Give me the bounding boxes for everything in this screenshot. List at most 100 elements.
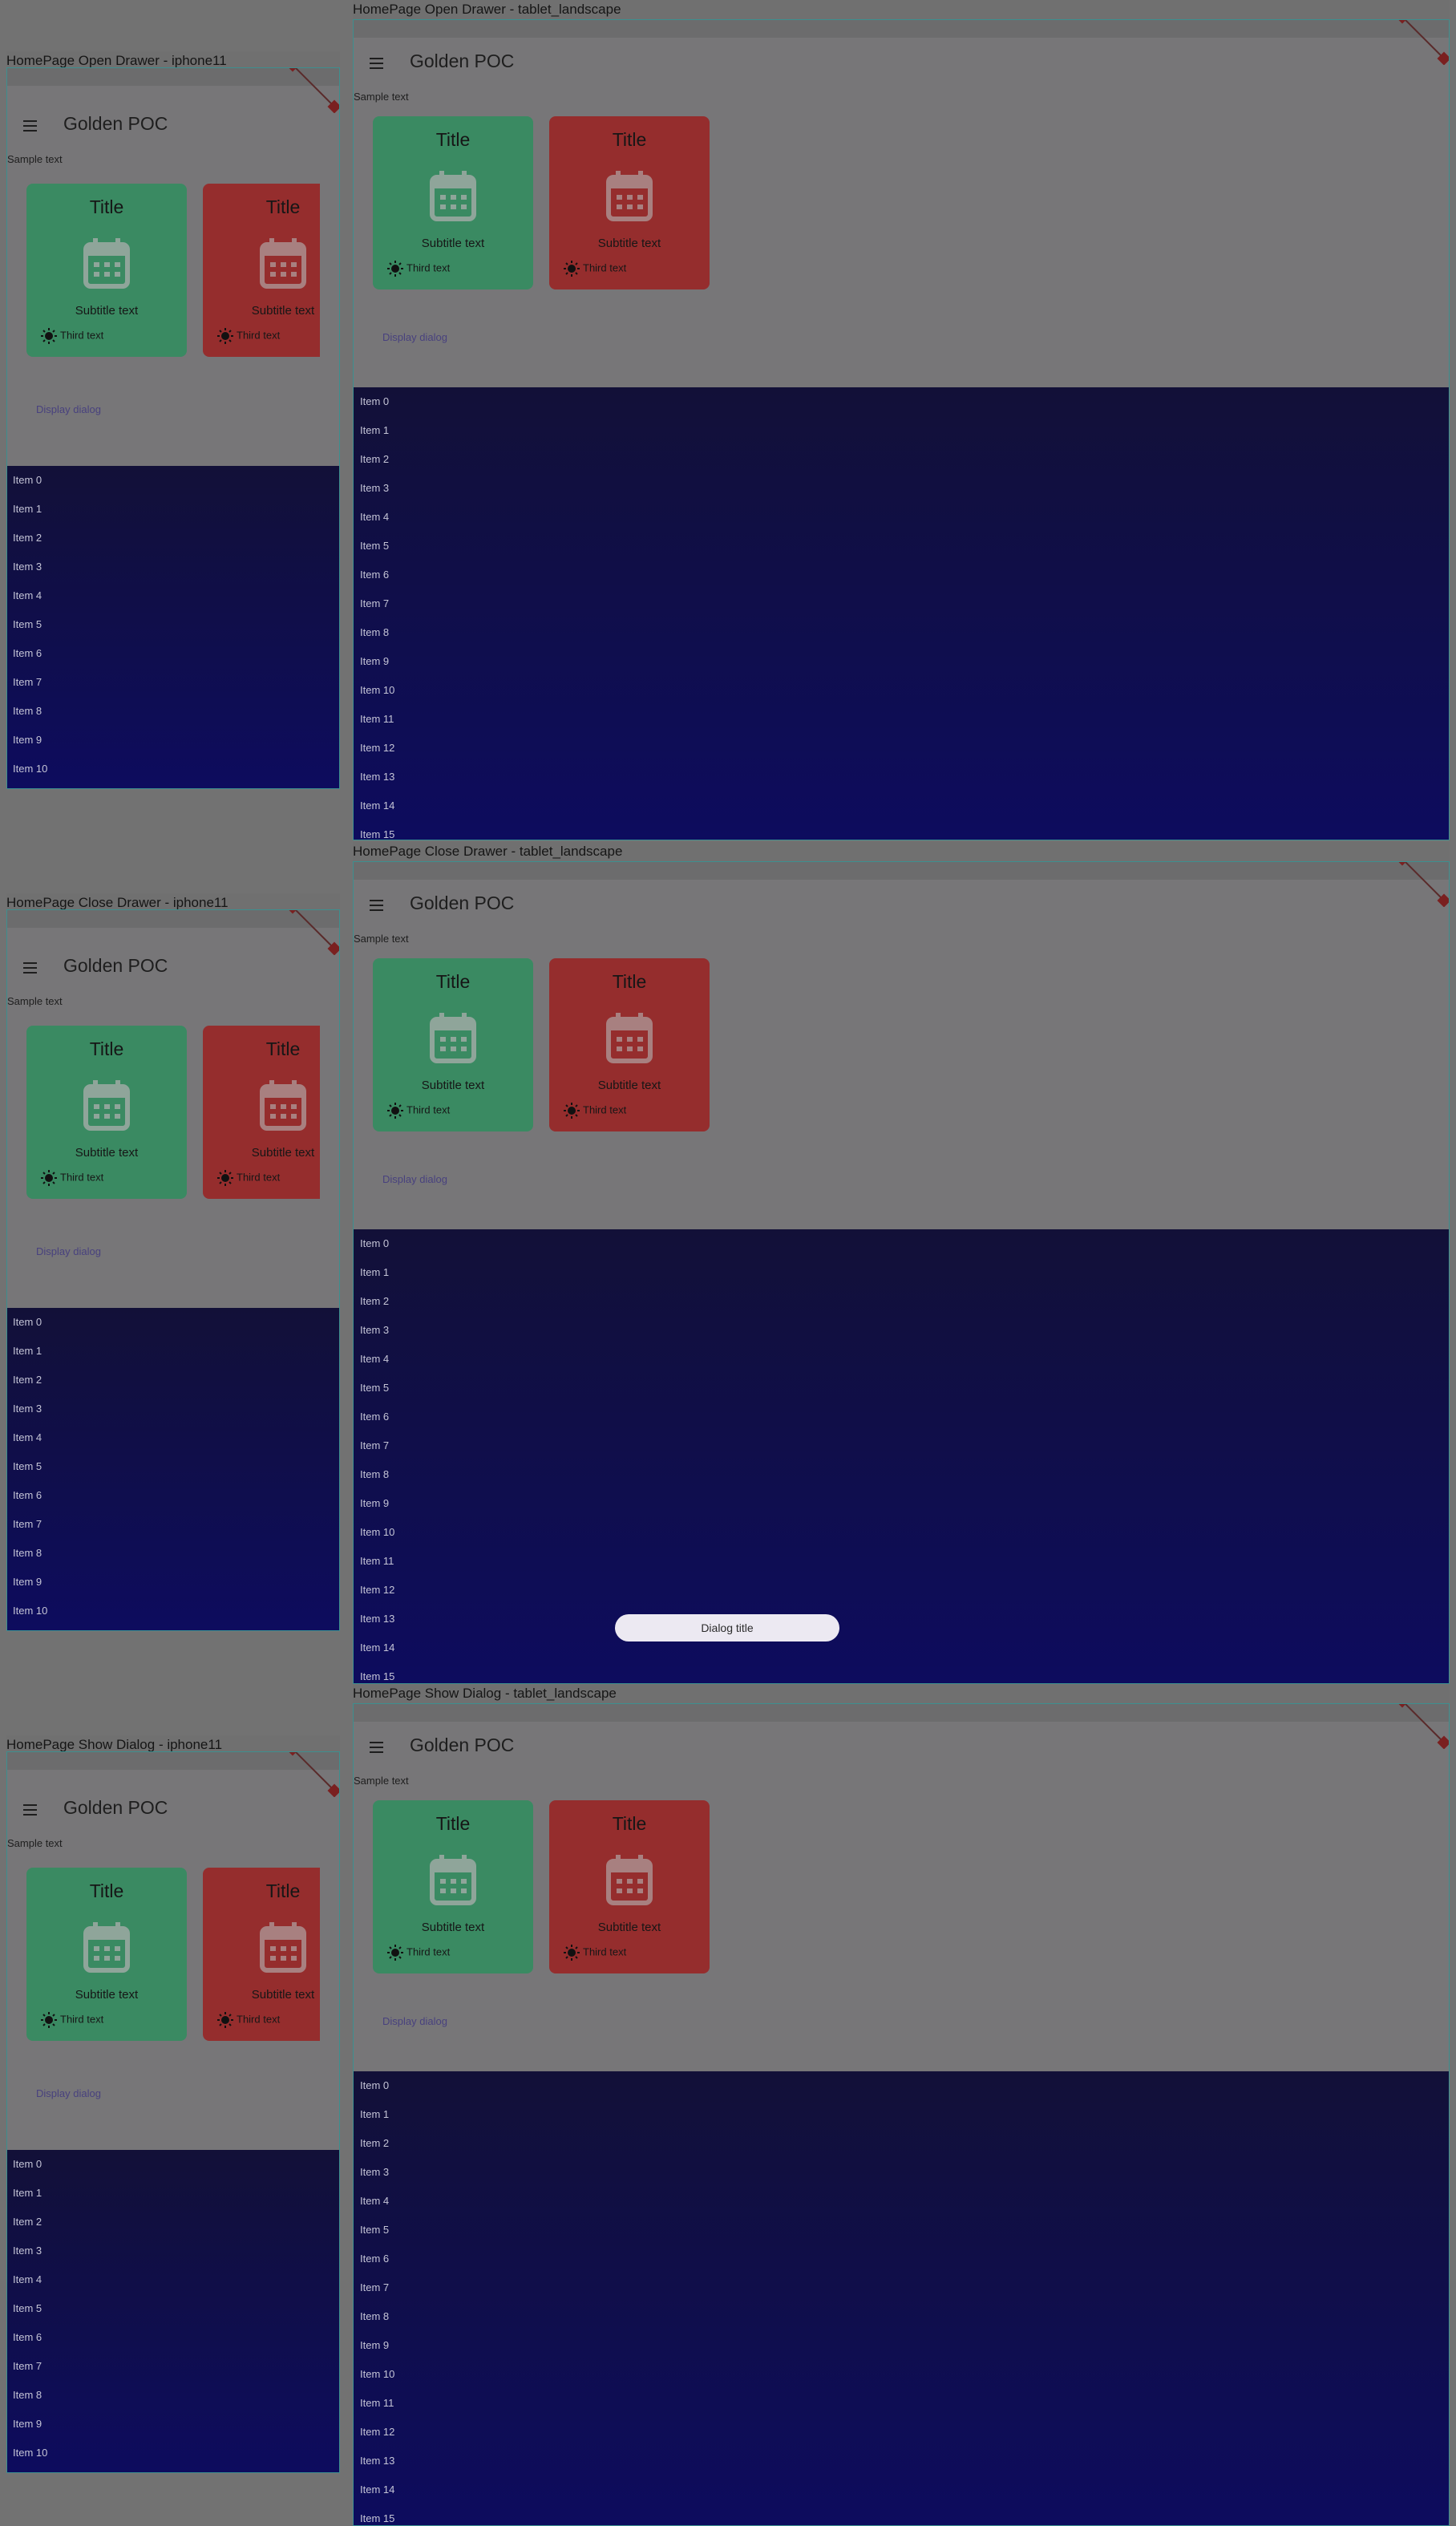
list-item[interactable]: Item 10 xyxy=(7,2439,339,2467)
card-red[interactable]: Title Subtitle text Third text xyxy=(203,1026,320,1199)
item-list[interactable]: Item 0 Item 1 Item 2 Item 3 Item 4 Item 5 Item… xyxy=(354,1229,1449,1683)
list-item[interactable]: Item 11 xyxy=(7,783,339,788)
item-list[interactable]: Item 0 Item 1 Item 2 Item 3 Item 4 Item 5 Item… xyxy=(354,387,1449,840)
list-item[interactable]: Item 3 xyxy=(7,2237,339,2265)
menu-button[interactable] xyxy=(366,896,387,915)
list-item[interactable]: Item 5 xyxy=(354,2216,1449,2245)
list-item[interactable]: Item 9 xyxy=(7,1568,339,1597)
display-dialog-button[interactable]: Display dialog xyxy=(382,331,447,343)
list-item[interactable]: Item 13 xyxy=(354,2447,1449,2475)
card-green[interactable]: Title Subtitle text Third text xyxy=(26,184,187,357)
card-green[interactable]: Title Subtitle text Third text xyxy=(373,116,533,289)
list-item[interactable]: Item 1 xyxy=(7,1337,339,1366)
card-green[interactable]: Title Subtitle text Third text xyxy=(373,1800,533,1973)
list-item[interactable]: Item 4 xyxy=(7,2265,339,2294)
list-item[interactable]: Item 13 xyxy=(354,763,1449,791)
card-red[interactable]: Title Subtitle text Third text xyxy=(203,1868,320,2041)
list-item[interactable]: Item 1 xyxy=(354,416,1449,445)
list-item[interactable]: Item 3 xyxy=(354,1316,1449,1345)
list-item[interactable]: Item 8 xyxy=(7,1539,339,1568)
list-item[interactable]: Item 2 xyxy=(7,524,339,553)
list-item[interactable]: Item 2 xyxy=(354,445,1449,474)
list-item[interactable]: Item 14 xyxy=(354,1633,1449,1662)
list-item[interactable]: Item 11 xyxy=(7,1625,339,1630)
list-item[interactable]: Item 0 xyxy=(7,1308,339,1337)
list-item[interactable]: Item 2 xyxy=(7,1366,339,1395)
list-item[interactable]: Item 10 xyxy=(354,1518,1449,1547)
list-item[interactable]: Item 8 xyxy=(7,2381,339,2410)
list-item[interactable]: Item 2 xyxy=(354,1287,1449,1316)
item-list[interactable]: Item 0 Item 1 Item 2 Item 3 Item 4 Item 5 Item… xyxy=(7,1308,339,1630)
list-item[interactable]: Item 1 xyxy=(354,2100,1449,2129)
list-item[interactable]: Item 0 xyxy=(7,466,339,495)
list-item[interactable]: Item 5 xyxy=(354,1374,1449,1403)
list-item[interactable]: Item 15 xyxy=(354,2504,1449,2525)
list-item[interactable]: Item 6 xyxy=(7,639,339,668)
item-list[interactable]: Item 0 Item 1 Item 2 Item 3 Item 4 Item 5 Item… xyxy=(7,466,339,788)
list-item[interactable]: Item 8 xyxy=(354,618,1449,647)
display-dialog-button[interactable]: Display dialog xyxy=(36,1245,101,1257)
card-red[interactable]: Title Subtitle text Third text xyxy=(203,184,320,357)
list-item[interactable]: Item 1 xyxy=(7,2179,339,2208)
list-item[interactable]: Item 12 xyxy=(354,2418,1449,2447)
list-item[interactable]: Item 14 xyxy=(354,791,1449,820)
list-item[interactable]: Item 9 xyxy=(354,647,1449,676)
card-red[interactable]: Title Subtitle text Third text xyxy=(549,116,710,289)
list-item[interactable]: Item 6 xyxy=(354,561,1449,589)
list-item[interactable]: Item 5 xyxy=(7,2294,339,2323)
list-item[interactable]: Item 9 xyxy=(7,726,339,755)
display-dialog-button[interactable]: Display dialog xyxy=(36,2087,101,2099)
list-item[interactable]: Item 0 xyxy=(354,1229,1449,1258)
list-item[interactable]: Item 8 xyxy=(354,1460,1449,1489)
list-item[interactable]: Item 1 xyxy=(7,495,339,524)
list-item[interactable]: Item 5 xyxy=(354,532,1449,561)
list-item[interactable]: Item 1 xyxy=(354,1258,1449,1287)
list-item[interactable]: Item 7 xyxy=(354,2273,1449,2302)
display-dialog-button[interactable]: Display dialog xyxy=(382,1173,447,1185)
card-green[interactable]: Title Subtitle text Third text xyxy=(26,1868,187,2041)
list-item[interactable]: Item 15 xyxy=(354,1662,1449,1683)
list-item[interactable]: Item 11 xyxy=(354,705,1449,734)
card-green[interactable]: Title Subtitle text Third text xyxy=(26,1026,187,1199)
list-item[interactable]: Item 5 xyxy=(7,610,339,639)
list-item[interactable]: Item 7 xyxy=(354,1431,1449,1460)
list-item[interactable]: Item 8 xyxy=(354,2302,1449,2331)
list-item[interactable]: Item 2 xyxy=(354,2129,1449,2158)
display-dialog-button[interactable]: Display dialog xyxy=(382,2015,447,2027)
list-item[interactable]: Item 11 xyxy=(354,1547,1449,1576)
item-list[interactable]: Item 0 Item 1 Item 2 Item 3 Item 4 Item 5 Item… xyxy=(7,2150,339,2472)
list-item[interactable]: Item 0 xyxy=(354,387,1449,416)
list-item[interactable]: Item 11 xyxy=(354,2389,1449,2418)
menu-button[interactable] xyxy=(20,958,41,978)
list-item[interactable]: Item 4 xyxy=(354,2187,1449,2216)
list-item[interactable]: Item 8 xyxy=(7,697,339,726)
list-item[interactable]: Item 11 xyxy=(7,2467,339,2472)
list-item[interactable]: Item 7 xyxy=(7,1510,339,1539)
list-item[interactable]: Item 10 xyxy=(354,676,1449,705)
list-item[interactable]: Item 9 xyxy=(354,1489,1449,1518)
list-item[interactable]: Item 6 xyxy=(7,1481,339,1510)
list-item[interactable]: Item 6 xyxy=(7,2323,339,2352)
menu-button[interactable] xyxy=(20,1800,41,1820)
list-item[interactable]: Item 9 xyxy=(7,2410,339,2439)
card-red[interactable]: Title Subtitle text Third text xyxy=(549,958,710,1131)
list-item[interactable]: Item 10 xyxy=(7,1597,339,1625)
list-item[interactable]: Item 4 xyxy=(7,1423,339,1452)
list-item[interactable]: Item 3 xyxy=(354,2158,1449,2187)
list-item[interactable]: Item 10 xyxy=(354,2360,1449,2389)
card-red[interactable]: Title Subtitle text Third text xyxy=(549,1800,710,1973)
list-item[interactable]: Item 4 xyxy=(354,503,1449,532)
menu-button[interactable] xyxy=(366,1738,387,1757)
list-item[interactable]: Item 12 xyxy=(354,1576,1449,1605)
list-item[interactable]: Item 7 xyxy=(7,2352,339,2381)
list-item[interactable]: Item 3 xyxy=(354,474,1449,503)
list-item[interactable]: Item 10 xyxy=(7,755,339,783)
list-item[interactable]: Item 0 xyxy=(7,2150,339,2179)
list-item[interactable]: Item 7 xyxy=(354,589,1449,618)
list-item[interactable]: Item 6 xyxy=(354,1403,1449,1431)
card-green[interactable]: Title Subtitle text Third text xyxy=(373,958,533,1131)
list-item[interactable]: Item 12 xyxy=(354,734,1449,763)
list-item[interactable]: Item 5 xyxy=(7,1452,339,1481)
list-item[interactable]: Item 4 xyxy=(354,1345,1449,1374)
list-item[interactable]: Item 3 xyxy=(7,1395,339,1423)
